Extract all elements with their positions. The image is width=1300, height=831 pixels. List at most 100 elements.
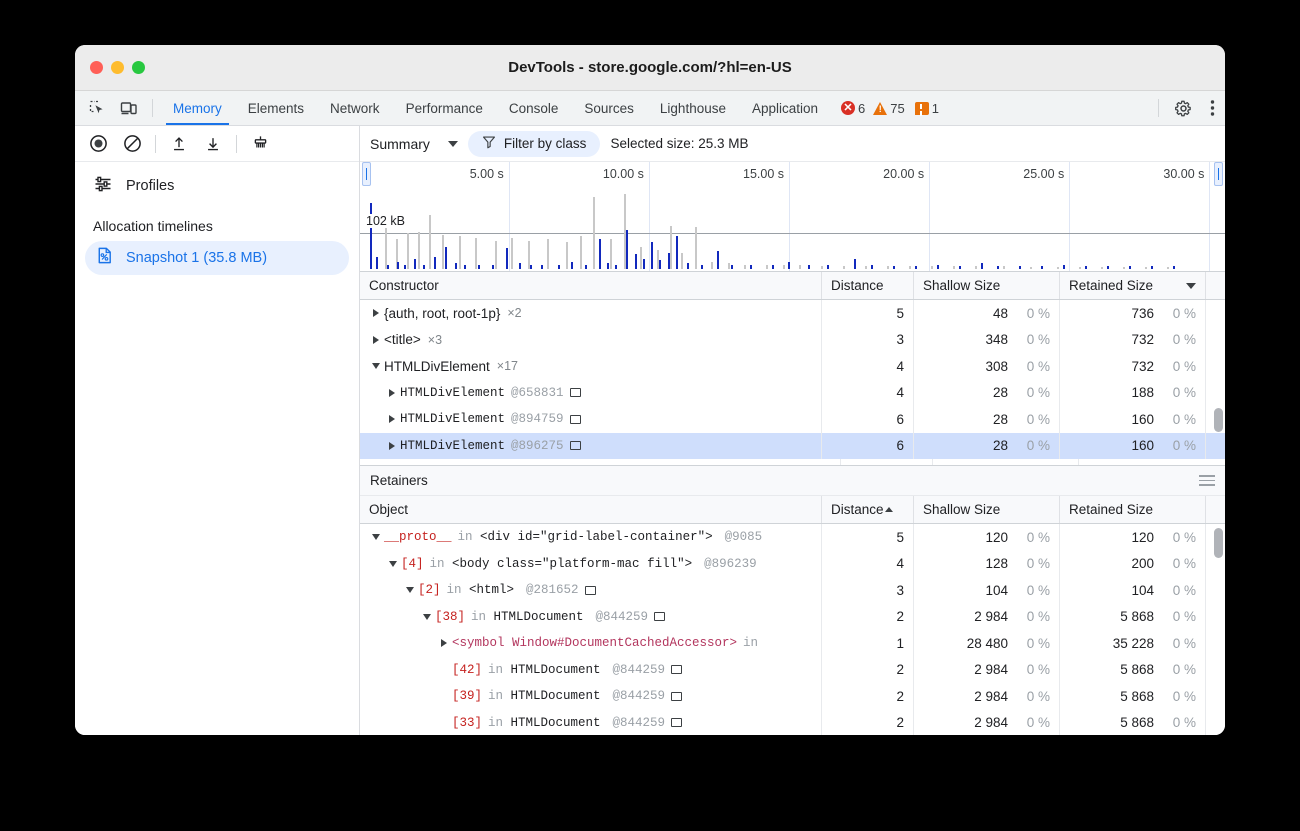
expand-triangle-icon[interactable] — [369, 309, 382, 317]
collect-garbage-icon[interactable] — [243, 129, 277, 159]
overview-window-left-handle[interactable] — [362, 162, 371, 186]
table-row[interactable]: [4]in <body class="platform-mac fill">@8… — [360, 551, 1225, 578]
expand-triangle-icon[interactable] — [437, 639, 450, 647]
overview-bar — [843, 266, 845, 269]
cell-value: 28 — [993, 412, 1008, 427]
allocation-timeline-overview[interactable]: 5.00 s10.00 s15.00 s20.00 s25.00 s30.00 … — [360, 162, 1225, 272]
tab-memory[interactable]: Memory — [160, 91, 235, 125]
sidebar-item-snapshot-1[interactable]: Snapshot 1 (35.8 MB) — [85, 241, 349, 275]
devtools-tabbar: Memory Elements Network Performance Cons… — [75, 91, 1225, 126]
table-row[interactable]: HTMLDivElement×1743080 %7320 % — [360, 353, 1225, 380]
overview-bar — [728, 263, 730, 269]
cell-value: 48 — [993, 306, 1008, 321]
constructor-name: <title> — [384, 332, 421, 347]
tab-elements[interactable]: Elements — [235, 91, 317, 125]
table-row-clipped[interactable]: HTMLDivElement@8968906280 %1600 % — [360, 459, 1225, 465]
collapse-triangle-icon[interactable] — [403, 587, 416, 593]
table-row[interactable]: HTMLDivElement@8962756280 %1600 % — [360, 433, 1225, 460]
tab-performance[interactable]: Performance — [393, 91, 496, 125]
table-row[interactable]: [39]in HTMLDocument@84425922 9840 %5 868… — [360, 683, 1225, 710]
cell-value: 120 — [985, 530, 1008, 545]
object-id: @658831 — [511, 386, 564, 400]
tab-network[interactable]: Network — [317, 91, 393, 125]
table-row[interactable]: [38]in HTMLDocument@84425922 9840 %5 868… — [360, 604, 1225, 631]
minimize-window-button[interactable] — [111, 61, 124, 74]
cell-value: 188 — [1131, 385, 1154, 400]
constructor-name: HTMLDivElement — [400, 439, 505, 453]
column-header-shallow-size[interactable]: Shallow Size — [914, 272, 1060, 299]
save-profile-icon[interactable] — [196, 129, 230, 159]
toolbar-divider — [1158, 99, 1159, 117]
overview-window-right-handle[interactable] — [1214, 162, 1223, 186]
collapse-triangle-icon[interactable] — [420, 614, 433, 620]
overview-bar — [478, 265, 480, 269]
dom-node-icon[interactable] — [671, 692, 682, 701]
collapse-triangle-icon[interactable] — [369, 534, 382, 540]
profiles-row[interactable]: Profiles — [75, 162, 359, 210]
table-row[interactable]: [2]in <html>@28165231040 %1040 % — [360, 577, 1225, 604]
column-header-distance[interactable]: Distance — [822, 496, 914, 523]
inspect-element-icon[interactable] — [81, 91, 113, 125]
device-toolbar-icon[interactable] — [113, 91, 145, 125]
overview-bar — [1173, 266, 1175, 269]
column-header-retained-size[interactable]: Retained Size — [1060, 272, 1206, 299]
overview-bar — [376, 257, 378, 269]
cell-percent: 0 % — [1158, 359, 1196, 374]
dom-node-icon[interactable] — [570, 388, 581, 397]
overview-bar — [821, 266, 823, 269]
collapse-triangle-icon[interactable] — [369, 363, 382, 369]
gear-icon[interactable] — [1167, 99, 1199, 118]
retainers-grid-body[interactable]: __proto__in <div id="grid-label-containe… — [360, 524, 1225, 735]
load-profile-icon[interactable] — [162, 129, 196, 159]
table-row[interactable]: HTMLDivElement@6588314280 %1880 % — [360, 380, 1225, 407]
column-header-constructor[interactable]: Constructor — [360, 272, 822, 299]
object-id: @896239 — [704, 557, 757, 571]
close-window-button[interactable] — [90, 61, 103, 74]
view-select[interactable]: Summary — [370, 136, 458, 152]
error-counter[interactable]: ✕ 6 — [841, 101, 865, 116]
dom-node-icon[interactable] — [585, 586, 596, 595]
hamburger-menu-icon[interactable] — [1199, 475, 1215, 486]
more-vertical-icon[interactable] — [1199, 99, 1225, 117]
cell-percent: 0 % — [1012, 715, 1050, 730]
expand-triangle-icon[interactable] — [369, 336, 382, 344]
cell-percent: 0 % — [1012, 556, 1050, 571]
cell-value: 308 — [985, 359, 1008, 374]
table-row[interactable]: [33]in HTMLDocument@84425922 9840 %5 868… — [360, 710, 1225, 736]
expand-triangle-icon[interactable] — [385, 442, 398, 450]
issue-counter[interactable]: 1 — [915, 101, 939, 116]
column-header-object[interactable]: Object — [360, 496, 822, 523]
clear-icon[interactable] — [115, 129, 149, 159]
zoom-window-button[interactable] — [132, 61, 145, 74]
filter-by-class-input[interactable]: Filter by class — [468, 131, 601, 157]
column-header-distance[interactable]: Distance — [822, 272, 914, 299]
table-row[interactable]: [42]in HTMLDocument@84425922 9840 %5 868… — [360, 657, 1225, 684]
warning-counter[interactable]: 75 — [873, 101, 904, 116]
dom-node-icon[interactable] — [671, 718, 682, 727]
dom-node-icon[interactable] — [654, 612, 665, 621]
table-row[interactable]: {auth, root, root-1p}×25480 %7360 % — [360, 300, 1225, 327]
column-header-retained-size[interactable]: Retained Size — [1060, 496, 1206, 523]
retainers-grid-scrollbar[interactable] — [1214, 528, 1223, 558]
record-icon[interactable] — [81, 129, 115, 159]
dom-node-icon[interactable] — [671, 665, 682, 674]
table-row[interactable]: HTMLDivElement@8947596280 %1600 % — [360, 406, 1225, 433]
tab-console[interactable]: Console — [496, 91, 572, 125]
tab-application[interactable]: Application — [739, 91, 831, 125]
tab-sources[interactable]: Sources — [571, 91, 647, 125]
expand-triangle-icon[interactable] — [385, 389, 398, 397]
dom-node-icon[interactable] — [570, 441, 581, 450]
cell-value: 2 — [896, 715, 904, 730]
tab-lighthouse[interactable]: Lighthouse — [647, 91, 739, 125]
collapse-triangle-icon[interactable] — [386, 561, 399, 567]
table-row[interactable]: <symbol Window#DocumentCachedAccessor>in… — [360, 630, 1225, 657]
table-row[interactable]: <title>×333480 %7320 % — [360, 327, 1225, 354]
constructor-grid-scrollbar[interactable] — [1214, 408, 1223, 432]
table-row[interactable]: __proto__in <div id="grid-label-containe… — [360, 524, 1225, 551]
cell-value: 5 — [896, 306, 904, 321]
column-header-shallow-size[interactable]: Shallow Size — [914, 496, 1060, 523]
dom-node-icon[interactable] — [570, 415, 581, 424]
window-controls — [75, 61, 145, 74]
expand-triangle-icon[interactable] — [385, 415, 398, 423]
constructor-grid-body[interactable]: {auth, root, root-1p}×25480 %7360 %<titl… — [360, 300, 1225, 465]
